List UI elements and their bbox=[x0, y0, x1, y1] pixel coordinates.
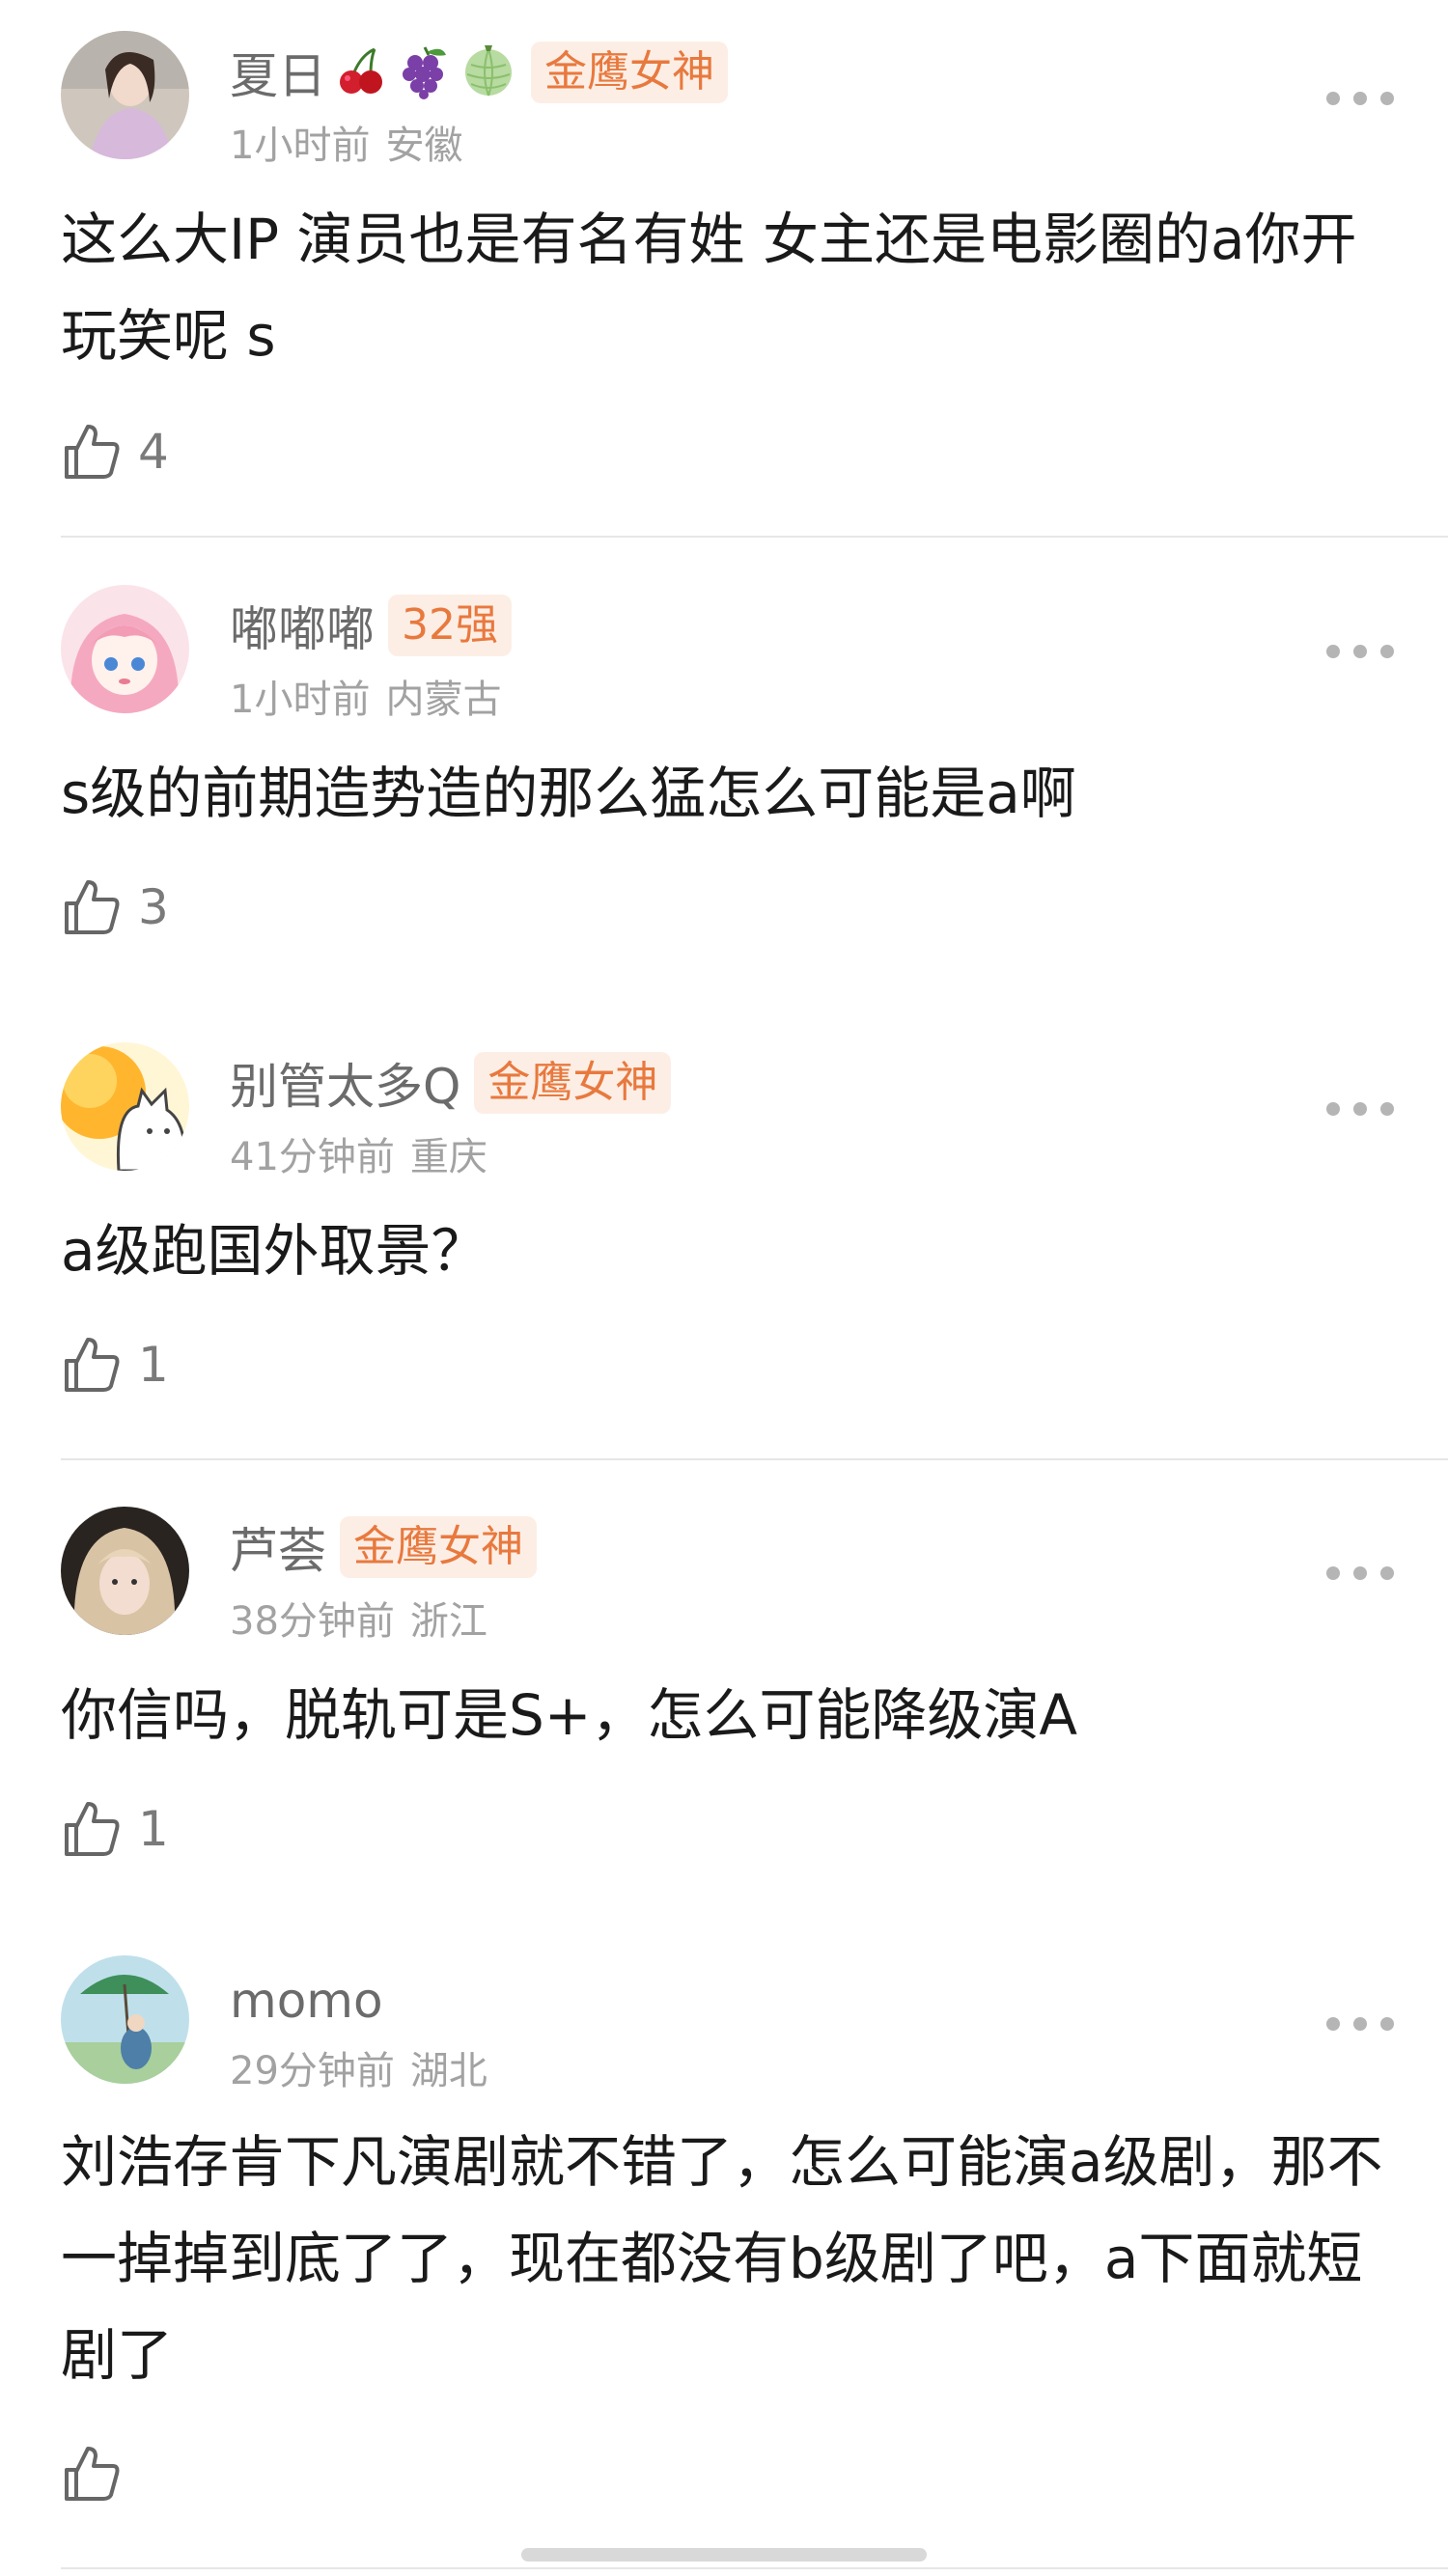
user-badge: 金鹰女神 bbox=[531, 42, 728, 103]
comment-location: 浙江 bbox=[409, 1599, 487, 1644]
comment-meta: 38分钟前 浙江 bbox=[230, 1590, 487, 1646]
like-count: 1 bbox=[138, 1801, 169, 1857]
comment-location: 湖北 bbox=[409, 2049, 487, 2093]
avatar[interactable] bbox=[61, 1955, 189, 2084]
more-options-icon[interactable] bbox=[1326, 1554, 1394, 1593]
comment-text: 你信吗，脱轨可是S+，怎么可能降级演A bbox=[61, 1682, 1078, 1748]
melon-icon bbox=[459, 42, 517, 103]
more-options-icon[interactable] bbox=[1326, 79, 1394, 118]
divider bbox=[61, 1458, 1448, 1460]
comment-location: 重庆 bbox=[409, 1135, 487, 1179]
user-badge: 金鹰女神 bbox=[474, 1052, 672, 1114]
comment-text: a级跑国外取景？ bbox=[61, 1218, 487, 1284]
avatar[interactable] bbox=[61, 1507, 189, 1635]
grapes-icon bbox=[396, 42, 454, 103]
like-count: 4 bbox=[138, 424, 169, 480]
more-options-icon[interactable] bbox=[1326, 632, 1394, 671]
username[interactable]: 嘟嘟嘟 bbox=[230, 591, 375, 660]
comment-meta: 29分钟前 湖北 bbox=[230, 2039, 487, 2095]
comment-time: 38分钟前 bbox=[230, 1599, 395, 1644]
thumbs-up-icon bbox=[65, 1802, 120, 1856]
thumbs-up-icon bbox=[65, 1338, 120, 1392]
cherry-icon bbox=[332, 42, 390, 103]
more-options-icon[interactable] bbox=[1326, 2005, 1394, 2043]
username[interactable]: momo bbox=[230, 1973, 383, 2029]
thumbs-up-icon bbox=[65, 880, 120, 934]
user-badge: 32强 bbox=[388, 595, 512, 656]
comment-meta: 1小时前 内蒙古 bbox=[230, 668, 501, 724]
comment-meta: 1小时前 安徽 bbox=[230, 114, 462, 170]
comment-meta: 41分钟前 重庆 bbox=[230, 1125, 487, 1181]
comment-time: 1小时前 bbox=[230, 678, 371, 722]
comment-time: 41分钟前 bbox=[230, 1135, 395, 1179]
comment-time: 29分钟前 bbox=[230, 2049, 395, 2093]
avatar[interactable] bbox=[61, 31, 189, 159]
like-button[interactable]: 1 bbox=[61, 1790, 169, 1868]
username[interactable]: 夏日 bbox=[230, 38, 326, 107]
username[interactable]: 芦荟 bbox=[230, 1512, 326, 1582]
like-button[interactable]: 3 bbox=[61, 869, 169, 946]
home-indicator[interactable] bbox=[521, 2548, 927, 2562]
thumbs-up-icon bbox=[65, 2447, 120, 2501]
like-button[interactable]: 1 bbox=[61, 1326, 169, 1403]
comment-location: 内蒙古 bbox=[385, 678, 502, 722]
username[interactable]: 别管太多Q bbox=[230, 1048, 460, 1118]
user-badge: 金鹰女神 bbox=[340, 1516, 537, 1578]
more-options-icon[interactable] bbox=[1326, 1090, 1394, 1128]
like-count: 1 bbox=[138, 1337, 169, 1393]
divider bbox=[61, 536, 1448, 538]
comment-text: 这么大IP 演员也是有名有姓 女主还是电影圈的a你开玩笑呢 s bbox=[61, 207, 1357, 369]
like-button[interactable]: 4 bbox=[61, 413, 169, 490]
avatar[interactable] bbox=[61, 585, 189, 713]
like-button[interactable] bbox=[61, 2435, 123, 2512]
divider bbox=[61, 2567, 1448, 2569]
comment-time: 1小时前 bbox=[230, 124, 371, 168]
avatar[interactable] bbox=[61, 1042, 189, 1171]
comment-location: 安徽 bbox=[385, 124, 463, 168]
thumbs-up-icon bbox=[65, 425, 120, 479]
like-count: 3 bbox=[138, 879, 169, 935]
comment-text: 刘浩存肯下凡演剧就不错了，怎么可能演a级剧，那不一掉掉到底了了，现在都没有b级剧… bbox=[61, 2129, 1383, 2388]
comment-text: s级的前期造势造的那么猛怎么可能是a啊 bbox=[61, 761, 1076, 826]
